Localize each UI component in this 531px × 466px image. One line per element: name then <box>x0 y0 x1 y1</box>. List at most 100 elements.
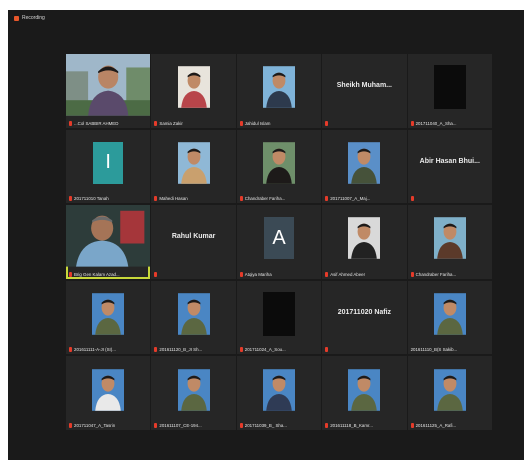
participant-label <box>410 196 416 202</box>
participant-name: 201711039_B_ Sha... <box>244 422 287 428</box>
participant-label: Chandraber Fariha... <box>410 271 456 277</box>
participant-photo <box>262 368 295 412</box>
participant-tile[interactable]: 201611120_B_JI Sh... <box>151 280 236 355</box>
participant-tile[interactable]: 201711047_A_Tasrin <box>66 356 151 430</box>
participant-tile[interactable]: Abir Hasan Bhui... <box>407 129 492 204</box>
participant-label: 201611118_B_Kamr... <box>325 422 373 428</box>
participant-name: Brig Gen Kalam Azad... <box>74 271 120 277</box>
participant-label: 201611111-A-JI (SI)... <box>69 347 116 353</box>
participant-tile[interactable]: Asif Ahmed Abeer <box>322 205 407 279</box>
participant-name: 201611125_A_Rafi... <box>415 422 457 428</box>
participant-tile[interactable]: ...Col SABBIR AHMED <box>66 54 151 128</box>
participant-name-display: Abir Hasan Bhui... <box>419 157 480 165</box>
participant-tile[interactable]: 201611111-A-JI (SI)... <box>66 280 151 355</box>
participant-video <box>66 54 151 116</box>
mic-muted-icon <box>239 196 243 202</box>
participant-tile[interactable]: 201711007_A_Maj... <box>322 129 407 204</box>
recording-label: Recording <box>22 15 45 21</box>
mic-muted-icon <box>69 271 72 277</box>
participant-tile[interactable]: A Atqiya Mariha <box>236 205 322 279</box>
participant-name: 201611118_B_Kamr... <box>330 422 373 428</box>
participant-tile[interactable]: Rahul Kumar <box>151 205 236 279</box>
participant-name-display: Rahul Kumar <box>171 233 216 241</box>
mic-muted-icon <box>239 271 243 277</box>
participant-label: 201711039_B_ Sha... <box>239 422 287 428</box>
participant-tile[interactable]: 201711039_B_ Sha... <box>236 356 322 430</box>
participant-label: ...Col SABBIR AHMED <box>69 120 119 126</box>
participant-tile[interactable]: Mahedi Hasan <box>151 129 236 204</box>
participant-name: 201711040_A_Sha... <box>415 120 457 126</box>
participant-label: 201711047_A_Tasrin <box>69 422 115 428</box>
participant-name-display: 201711020 Nafiz <box>337 308 392 316</box>
participant-photo <box>177 141 210 185</box>
participant-name: 201611107_CE-194... <box>159 422 202 428</box>
mic-muted-icon <box>325 271 329 277</box>
participant-tile[interactable]: Samia Zakir <box>151 54 236 128</box>
participant-name: Jahidul Islam <box>244 120 271 126</box>
participant-photo <box>177 65 210 109</box>
participant-avatar-initial: I <box>93 141 124 184</box>
participant-tile[interactable]: Brig Gen Kalam Azad... <box>66 205 151 279</box>
mic-muted-icon <box>410 422 414 428</box>
participant-tile[interactable]: 201711020 Nafiz <box>322 280 407 355</box>
participant-name: 201611110_B(S Sakib... <box>410 347 458 353</box>
participant-tile[interactable]: 201611125_A_Rafi... <box>407 356 492 430</box>
gallery-grid: ...Col SABBIR AHMED Samia Zakir Jahidul … <box>66 54 492 430</box>
participant-label: 201711040_A_Sha... <box>410 120 457 126</box>
meeting-window: Recording ...Col SABBIR AHMED Samia Zaki… <box>8 10 524 460</box>
participant-photo <box>348 141 381 185</box>
recording-icon <box>14 15 19 21</box>
mic-muted-icon <box>154 120 158 126</box>
mic-muted-icon <box>325 347 329 353</box>
participant-tile[interactable]: Sheikh Muham... <box>322 54 407 128</box>
mic-muted-icon <box>69 347 72 353</box>
participant-label <box>325 120 330 126</box>
participant-tile[interactable]: 201611110_B(S Sakib... <box>407 280 492 355</box>
participant-photo <box>262 65 295 109</box>
participant-name: 201611120_B_JI Sh... <box>159 347 203 353</box>
mic-muted-icon <box>69 422 72 428</box>
participant-tile[interactable]: Jahidul Islam <box>236 54 322 128</box>
participant-photo <box>177 368 210 412</box>
participant-name: 201711007_A_Maj... <box>330 196 371 202</box>
participant-label: 201711007_A_Maj... <box>325 196 371 202</box>
participant-photo <box>177 292 210 336</box>
mic-muted-icon <box>69 120 72 126</box>
mic-muted-icon <box>154 271 158 277</box>
participant-name: Atqiya Mariha <box>244 271 272 277</box>
participant-name-display: Sheikh Muham... <box>336 81 392 89</box>
participant-tile[interactable]: I 201711010 Tanah <box>66 129 151 204</box>
mic-muted-icon <box>69 196 72 202</box>
participant-photo <box>433 216 466 260</box>
participant-photo <box>262 141 295 185</box>
participant-name: Asif Ahmed Abeer <box>330 271 366 277</box>
participant-label: Jahidul Islam <box>239 120 271 126</box>
participant-tile[interactable]: Chandraber Fariha... <box>407 205 492 279</box>
participant-tile[interactable]: Chandraber Fariha... <box>236 129 322 204</box>
participant-label: 201611107_CE-194... <box>154 422 202 428</box>
participant-tile[interactable]: 201711040_A_Sha... <box>407 54 492 128</box>
mic-muted-icon <box>239 120 243 126</box>
mic-muted-icon <box>410 120 414 126</box>
participant-video <box>66 205 151 267</box>
participant-name: ...Col SABBIR AHMED <box>74 120 119 126</box>
participant-label <box>154 271 159 277</box>
participant-label <box>325 347 330 353</box>
participant-label: 201611110_B(S Sakib... <box>411 347 458 352</box>
participant-photo <box>433 65 466 110</box>
participant-photo <box>433 292 466 336</box>
participant-tile[interactable]: 201611107_CE-194... <box>151 356 236 430</box>
participant-photo <box>348 216 381 260</box>
participant-label: Brig Gen Kalam Azad... <box>69 271 120 277</box>
participant-label: 201711024_A_Sou... <box>239 347 286 353</box>
participant-name: 201711024_A_Sou... <box>244 347 286 353</box>
mic-muted-icon <box>154 422 158 428</box>
participant-tile[interactable]: 201711024_A_Sou... <box>236 280 322 355</box>
participant-label: 201611125_A_Rafi... <box>410 422 457 428</box>
participant-photo <box>92 292 125 336</box>
participant-photo <box>262 291 295 336</box>
mic-muted-icon <box>410 271 414 277</box>
recording-indicator[interactable]: Recording <box>14 15 45 21</box>
participant-tile[interactable]: 201611118_B_Kamr... <box>322 356 407 430</box>
participant-name: Mahedi Hasan <box>159 196 188 202</box>
